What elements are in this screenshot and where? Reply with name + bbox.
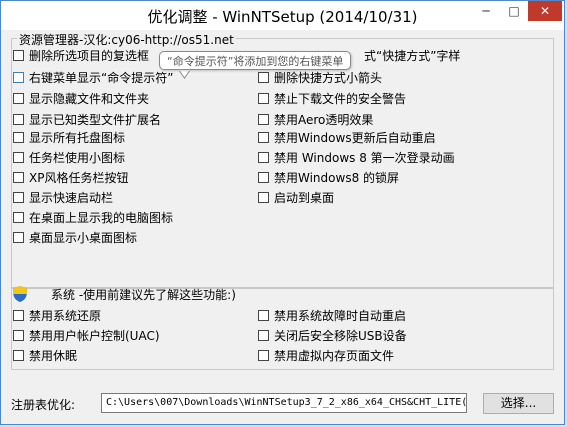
checkbox[interactable] (13, 71, 24, 83)
checkbox-label: 关闭后安全移除USB设备 (274, 328, 407, 343)
checkbox-label: 显示隐藏文件和文件夹 (29, 91, 150, 106)
checkbox-label: 删除所选项目的复选框 (29, 48, 150, 63)
checkbox[interactable] (13, 231, 24, 243)
minimize-button[interactable]: ─ (472, 1, 500, 21)
checkbox[interactable] (258, 92, 269, 104)
checkbox-label: 右键菜单显示“命令提示符” (29, 70, 174, 85)
title-bar[interactable]: 优化调整 - WinNTSetup (2014/10/31) ─ □ ✕ (1, 1, 564, 30)
checkbox-remove-shortcut-arrow[interactable]: 删除快捷方式小箭头 (258, 69, 382, 85)
checkbox-disable-lock-screen[interactable]: 禁用Windows8 的锁屏 (258, 169, 399, 185)
checkbox-show-hidden-files[interactable]: 显示隐藏文件和文件夹 (13, 90, 149, 106)
checkbox-label: 禁用Aero透明效果 (274, 112, 374, 127)
checkbox-label: 桌面显示小桌面图标 (29, 230, 138, 245)
system-group-heading: 系统 -使用前建议先了解这些功能:) (51, 288, 236, 302)
checkbox-label: 任务栏使用小图标 (29, 150, 126, 165)
checkbox[interactable] (13, 92, 24, 104)
checkbox-label: 禁用休眠 (29, 348, 78, 363)
close-button[interactable]: ✕ (528, 1, 562, 21)
checkbox-disable-pagefile[interactable]: 禁用虚拟内存页面文件 (258, 347, 394, 363)
registry-path-field[interactable]: C:\Users\007\Downloads\WinNTSetup3_7_2_x… (101, 393, 467, 413)
checkbox-disable-first-logon-animation[interactable]: 禁用 Windows 8 第一次登录动画 (258, 149, 455, 165)
checkbox-label: 禁用 Windows 8 第一次登录动画 (274, 150, 455, 165)
checkbox[interactable] (13, 211, 24, 223)
checkbox[interactable] (13, 131, 24, 143)
checkbox-disable-update-restart[interactable]: 禁用Windows更新后自动重启 (258, 129, 436, 145)
checkbox-label: 禁用系统还原 (29, 308, 102, 323)
checkbox-label: 禁用虚拟内存页面文件 (274, 348, 395, 363)
checkbox-shortcut-suffix-label: 式“快捷方式”字样 (364, 47, 460, 63)
checkbox[interactable] (258, 71, 269, 83)
checkbox-label: XP风格任务栏按钮 (29, 170, 129, 185)
checkbox[interactable] (258, 113, 269, 125)
checkbox-label: 禁用系统故障时自动重启 (274, 308, 407, 323)
client-area: 资源管理器-汉化:cy06-http://os51.net 删除所选项目的复选框… (7, 30, 558, 419)
checkbox[interactable] (258, 131, 269, 143)
checkbox-show-extensions[interactable]: 显示已知类型文件扩展名 (13, 111, 161, 127)
checkbox[interactable] (258, 349, 269, 361)
checkbox-disable-system-restore[interactable]: 禁用系统还原 (13, 307, 101, 323)
browse-button[interactable]: 选择... (483, 393, 554, 414)
checkbox[interactable] (258, 171, 269, 183)
checkbox-show-tray-icons[interactable]: 显示所有托盘图标 (13, 129, 125, 145)
checkbox-small-desktop-icons[interactable]: 桌面显示小桌面图标 (13, 229, 137, 245)
checkbox[interactable] (13, 113, 24, 125)
checkbox-label: 显示已知类型文件扩展名 (29, 112, 162, 127)
checkbox-label: 禁止下载文件的安全警告 (274, 91, 407, 106)
checkbox-label: 在桌面上显示我的电脑图标 (29, 210, 174, 225)
checkbox[interactable] (258, 151, 269, 163)
checkbox-label: 显示快速启动栏 (29, 190, 114, 205)
checkbox-label: 删除快捷方式小箭头 (274, 70, 383, 85)
tooltip: “命令提示符”将添加到您的右键菜单 (159, 51, 352, 70)
checkbox-label: 禁用Windows8 的锁屏 (274, 170, 400, 185)
checkbox-disable-uac[interactable]: 禁用用户帐户控制(UAC) (13, 327, 160, 343)
checkbox-disable-aero[interactable]: 禁用Aero透明效果 (258, 111, 373, 127)
checkbox-disable-hibernate[interactable]: 禁用休眠 (13, 347, 77, 363)
checkbox-cmd-context-menu[interactable]: 右键菜单显示“命令提示符” (13, 69, 173, 85)
registry-label: 注册表优化: (11, 398, 76, 412)
checkbox-label: 禁用用户帐户控制(UAC) (29, 328, 160, 343)
checkbox-boot-to-desktop[interactable]: 启动到桌面 (258, 189, 334, 205)
checkbox[interactable] (13, 329, 24, 341)
checkbox-disable-download-warning[interactable]: 禁止下载文件的安全警告 (258, 90, 406, 106)
checkbox-remove-item-checkboxes[interactable]: 删除所选项目的复选框 (13, 47, 149, 63)
checkbox[interactable] (13, 171, 24, 183)
checkbox[interactable] (258, 329, 269, 341)
checkbox[interactable] (13, 191, 24, 203)
checkbox-small-taskbar-icons[interactable]: 任务栏使用小图标 (13, 149, 125, 165)
checkbox-label: 式“快捷方式”字样 (364, 48, 461, 63)
checkbox-label: 显示所有托盘图标 (29, 130, 126, 145)
maximize-button[interactable]: □ (500, 1, 528, 21)
checkbox-label: 禁用Windows更新后自动重启 (274, 130, 436, 145)
window: 优化调整 - WinNTSetup (2014/10/31) ─ □ ✕ 资源管… (0, 0, 565, 425)
checkbox-quick-launch[interactable]: 显示快速启动栏 (13, 189, 113, 205)
checkbox[interactable] (13, 349, 24, 361)
checkbox-safe-remove-usb[interactable]: 关闭后安全移除USB设备 (258, 327, 407, 343)
checkbox-label: 启动到桌面 (274, 190, 335, 205)
checkbox[interactable] (258, 191, 269, 203)
checkbox[interactable] (258, 309, 269, 321)
checkbox-computer-icon[interactable]: 在桌面上显示我的电脑图标 (13, 209, 173, 225)
checkbox[interactable] (13, 151, 24, 163)
checkbox[interactable] (13, 49, 24, 61)
checkbox[interactable] (13, 309, 24, 321)
uac-shield-icon (13, 286, 27, 302)
explorer-group-legend: 资源管理器-汉化:cy06-http://os51.net (17, 31, 236, 48)
checkbox-disable-auto-restart[interactable]: 禁用系统故障时自动重启 (258, 307, 406, 323)
checkbox-xp-taskbar-buttons[interactable]: XP风格任务栏按钮 (13, 169, 128, 185)
